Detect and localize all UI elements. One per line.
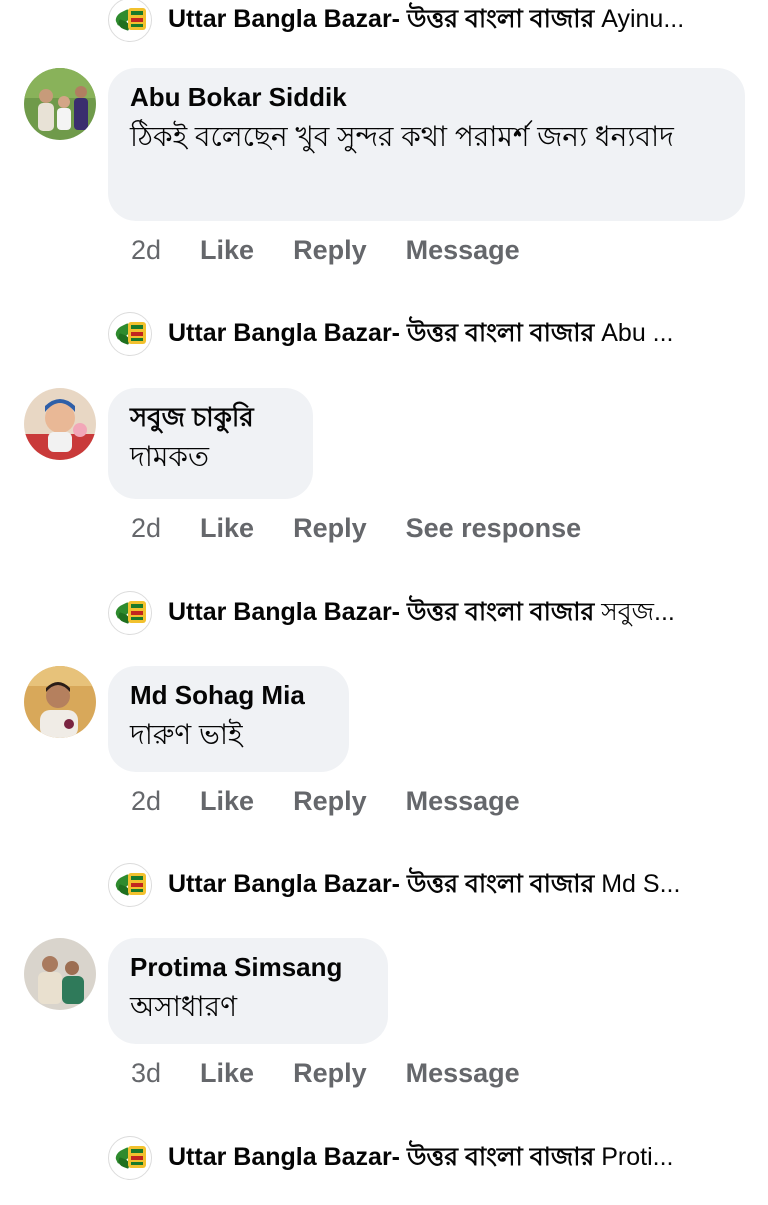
message-button[interactable]: Message xyxy=(406,1058,520,1089)
page-reply-row[interactable]: Uttar Bangla Bazar- উত্তর বাংলা বাজার Pr… xyxy=(108,1136,748,1180)
like-button[interactable]: Like xyxy=(200,1058,254,1089)
reply-snippet: Abu ... xyxy=(601,318,674,347)
like-button[interactable]: Like xyxy=(200,235,254,266)
reply-button[interactable]: Reply xyxy=(293,1058,367,1089)
comment-text: ঠিকই বলেছেন খুব সুন্দর কথা পরামর্শ জন্য … xyxy=(130,121,674,152)
comment-author[interactable]: Abu Bokar Siddik xyxy=(130,81,723,113)
avatar[interactable] xyxy=(24,938,96,1010)
page-name: Uttar Bangla Bazar- উত্তর বাংলা বাজার xyxy=(168,869,595,898)
page-reply-text[interactable]: Uttar Bangla Bazar- উত্তর বাংলা বাজার Ab… xyxy=(168,313,748,356)
comment-time[interactable]: 2d xyxy=(131,786,161,817)
page-reply-text[interactable]: Uttar Bangla Bazar- উত্তর বাংলা বাজার Ay… xyxy=(168,0,748,42)
see-response-button[interactable]: See response xyxy=(406,513,582,544)
message-button[interactable]: Message xyxy=(406,235,520,266)
page-reply-text[interactable]: Uttar Bangla Bazar- উত্তর বাংলা বাজার Pr… xyxy=(168,1137,748,1180)
reply-button[interactable]: Reply xyxy=(293,235,367,266)
page-name: Uttar Bangla Bazar- উত্তর বাংলা বাজার xyxy=(168,4,595,33)
comment-actions: 2d Like Reply Message xyxy=(131,781,520,821)
comment-time[interactable]: 2d xyxy=(131,235,161,266)
page-reply-row[interactable]: Uttar Bangla Bazar- উত্তর বাংলা বাজার Ay… xyxy=(108,0,748,42)
page-avatar[interactable] xyxy=(108,863,152,907)
avatar[interactable] xyxy=(24,68,96,140)
page-avatar[interactable] xyxy=(108,591,152,635)
reply-button[interactable]: Reply xyxy=(293,786,367,817)
comment-time[interactable]: 3d xyxy=(131,1058,161,1089)
page-name: Uttar Bangla Bazar- উত্তর বাংলা বাজার xyxy=(168,1142,595,1171)
comment-author[interactable]: সবুজ চাকুরি xyxy=(130,401,291,433)
page-avatar[interactable] xyxy=(108,312,152,356)
reply-snippet: Ayinu... xyxy=(601,4,685,33)
comment-bubble[interactable]: Protima Simsang অসাধারণ xyxy=(108,938,388,1044)
comment-actions: 3d Like Reply Message xyxy=(131,1053,520,1093)
comment-bubble[interactable]: Abu Bokar Siddik ঠিকই বলেছেন খুব সুন্দর … xyxy=(108,68,745,221)
page-reply-text[interactable]: Uttar Bangla Bazar- উত্তর বাংলা বাজার সব… xyxy=(168,592,748,635)
reply-snippet: Proti... xyxy=(601,1142,674,1171)
comment-bubble[interactable]: সবুজ চাকুরি দামকত xyxy=(108,388,313,499)
comment-author[interactable]: Md Sohag Mia xyxy=(130,679,327,711)
comment-text: দারুণ ভাই xyxy=(130,719,243,750)
avatar[interactable] xyxy=(24,388,96,460)
page-name: Uttar Bangla Bazar- উত্তর বাংলা বাজার xyxy=(168,597,595,626)
comment-text: দামকত xyxy=(130,441,209,472)
reply-button[interactable]: Reply xyxy=(293,513,367,544)
like-button[interactable]: Like xyxy=(200,513,254,544)
reply-snippet: সবুজ... xyxy=(601,597,675,626)
comment-author[interactable]: Protima Simsang xyxy=(130,951,366,983)
page-reply-row[interactable]: Uttar Bangla Bazar- উত্তর বাংলা বাজার Md… xyxy=(108,863,748,907)
page-avatar[interactable] xyxy=(108,0,152,42)
message-button[interactable]: Message xyxy=(406,786,520,817)
reply-snippet: Md S... xyxy=(601,869,681,898)
comment-time[interactable]: 2d xyxy=(131,513,161,544)
page-reply-row[interactable]: Uttar Bangla Bazar- উত্তর বাংলা বাজার Ab… xyxy=(108,312,748,356)
avatar[interactable] xyxy=(24,666,96,738)
page-avatar[interactable] xyxy=(108,1136,152,1180)
comment-text: অসাধারণ xyxy=(130,991,238,1022)
like-button[interactable]: Like xyxy=(200,786,254,817)
comment-actions: 2d Like Reply Message xyxy=(131,230,520,270)
page-reply-row[interactable]: Uttar Bangla Bazar- উত্তর বাংলা বাজার সব… xyxy=(108,591,748,635)
comment-bubble[interactable]: Md Sohag Mia দারুণ ভাই xyxy=(108,666,349,772)
page-name: Uttar Bangla Bazar- উত্তর বাংলা বাজার xyxy=(168,318,595,347)
page-reply-text[interactable]: Uttar Bangla Bazar- উত্তর বাংলা বাজার Md… xyxy=(168,864,748,907)
comment-actions: 2d Like Reply See response xyxy=(131,508,581,548)
